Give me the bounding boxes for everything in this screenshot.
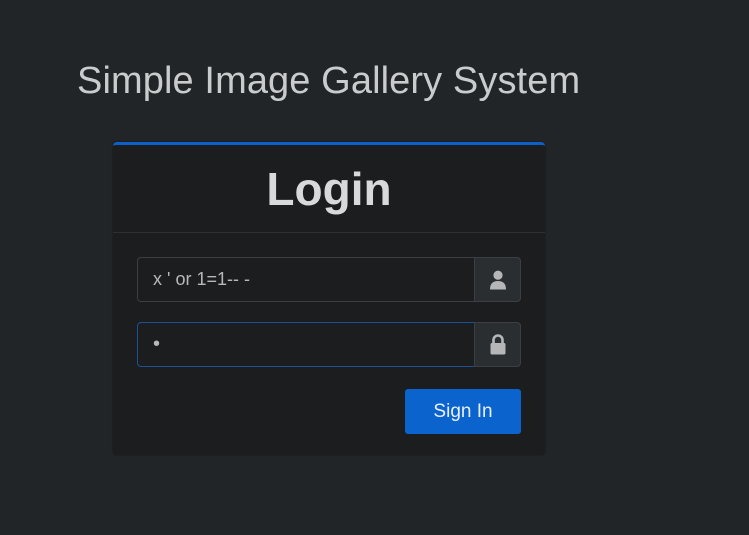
- password-addon: [474, 322, 521, 367]
- login-title: Login: [266, 162, 392, 215]
- lock-icon: [490, 334, 505, 355]
- login-page: Simple Image Gallery System Login x ' or…: [0, 0, 749, 535]
- app-title: Simple Image Gallery System: [77, 60, 581, 102]
- sign-in-button[interactable]: Sign In: [405, 389, 521, 434]
- login-card: Login Sign In: [113, 142, 545, 455]
- login-card-header: Login: [113, 145, 545, 233]
- user-icon: [489, 270, 506, 289]
- username-addon: [474, 257, 521, 302]
- password-input[interactable]: [137, 322, 474, 367]
- username-field-group: [137, 257, 521, 302]
- username-input[interactable]: [137, 257, 474, 302]
- password-field-group: [137, 322, 521, 367]
